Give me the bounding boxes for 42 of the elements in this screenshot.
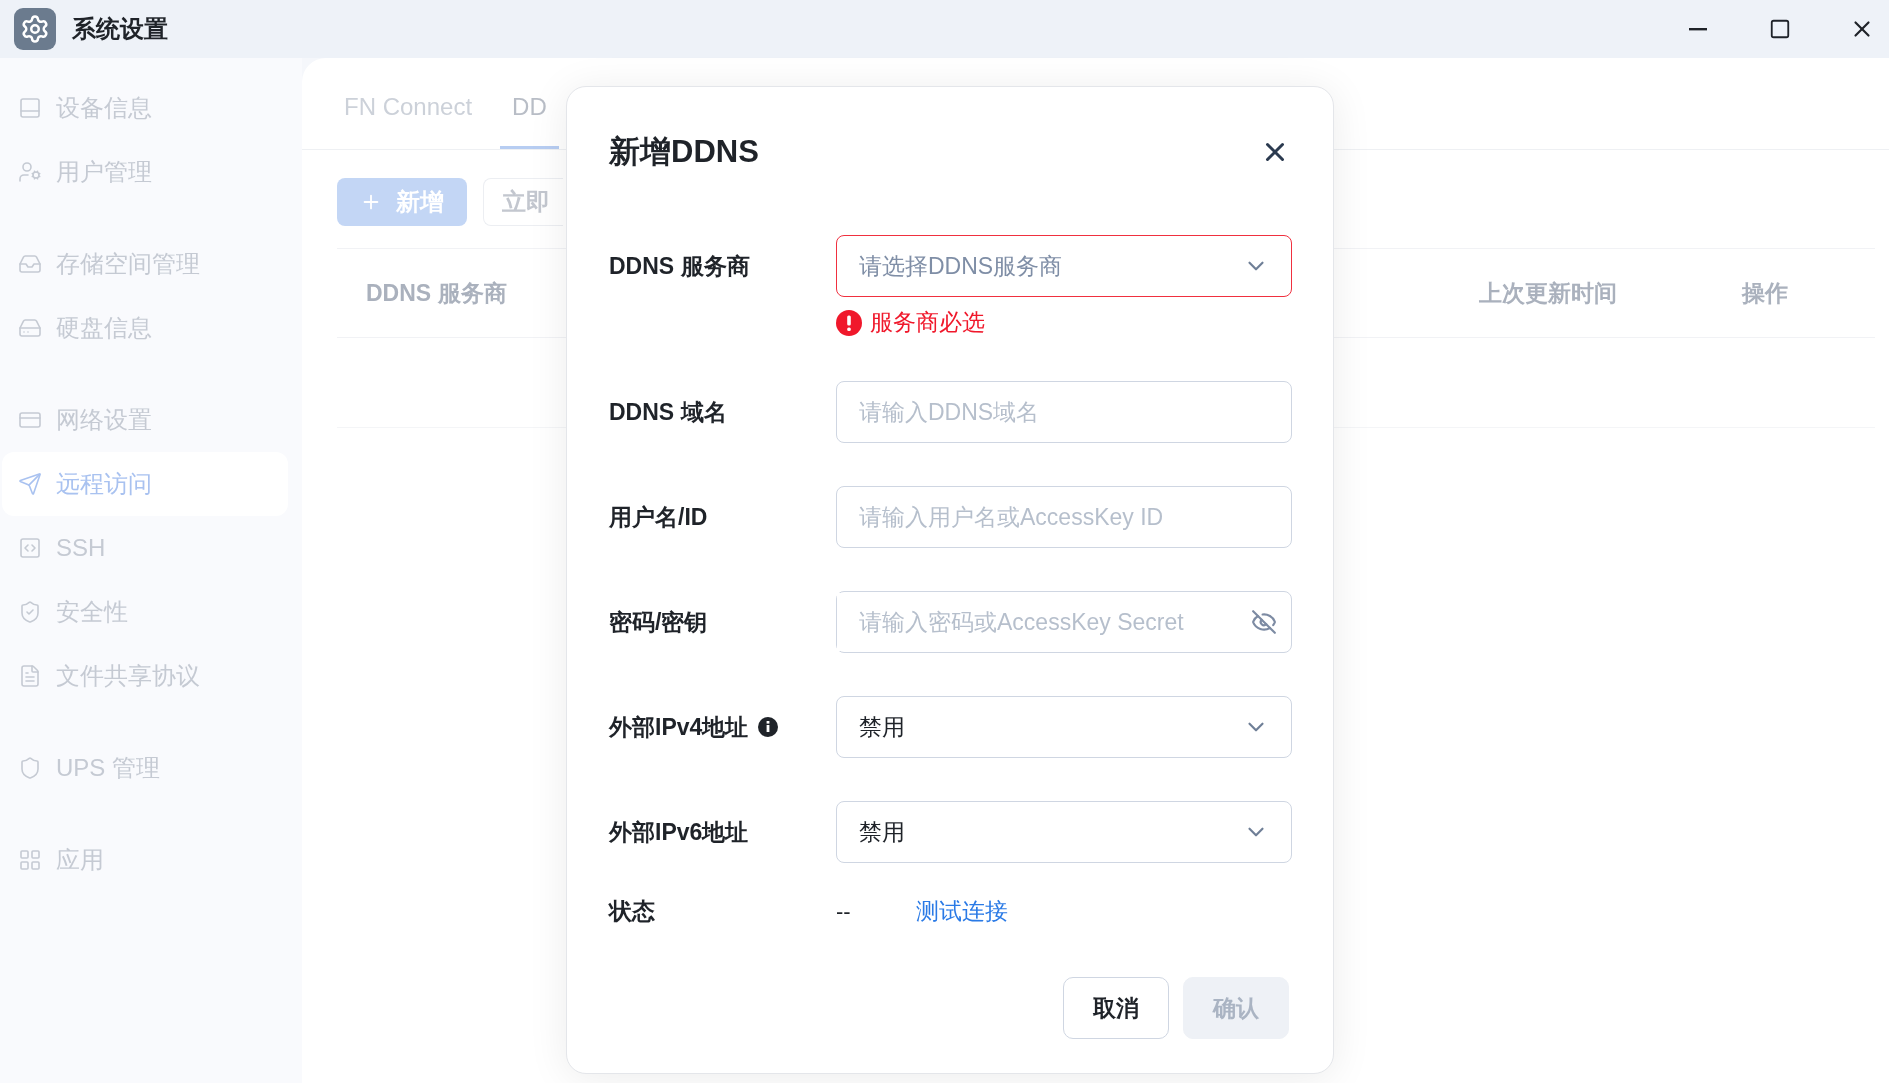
error-message: 服务商必选 xyxy=(870,308,985,337)
code-icon xyxy=(18,536,42,560)
error-icon xyxy=(836,309,862,336)
drive-icon xyxy=(18,316,42,340)
field-label: 外部IPv6地址 xyxy=(609,817,749,847)
send-icon xyxy=(18,472,42,496)
minimize-icon xyxy=(1689,27,1707,31)
column-header: DDNS 服务商 xyxy=(366,278,508,308)
status-value: -- xyxy=(836,898,852,925)
select-field[interactable]: 请选择DDNS服务商 xyxy=(836,235,1292,297)
update-button[interactable]: 立即 xyxy=(483,178,563,226)
maximize-icon xyxy=(1769,18,1791,40)
tab[interactable]: DD xyxy=(500,89,559,149)
window-title: 系统设置 xyxy=(72,14,168,44)
field-label: DDNS 域名 xyxy=(609,397,727,427)
field-label: 密码/密钥 xyxy=(609,607,708,637)
select-field[interactable]: 禁用 xyxy=(836,696,1292,758)
panel-icon xyxy=(18,96,42,120)
gear-icon xyxy=(20,14,50,44)
info-icon xyxy=(758,717,779,737)
eye-off-icon[interactable] xyxy=(1251,609,1277,635)
input-field[interactable]: 请输入DDNS域名 xyxy=(836,381,1292,443)
user-gear-icon xyxy=(18,160,42,184)
grid-icon xyxy=(18,848,42,872)
tray-icon xyxy=(18,252,42,276)
field-label: DDNS 服务商 xyxy=(609,251,750,281)
shield-check-icon xyxy=(18,600,42,624)
sidebar-item[interactable]: 远程访问 xyxy=(2,452,288,516)
select-field[interactable]: 禁用 xyxy=(836,801,1292,863)
cancel-button[interactable]: 取消 xyxy=(1063,977,1169,1039)
dialog-title: 新增DDNS xyxy=(609,133,759,171)
input-field[interactable]: 请输入用户名或AccessKey ID xyxy=(836,486,1292,548)
add-button[interactable]: 新增 xyxy=(337,178,467,226)
column-header: 上次更新时间 xyxy=(1479,278,1618,308)
field-label: 外部IPv4地址 xyxy=(609,712,749,742)
field-label: 状态 xyxy=(609,897,656,926)
column-header: 操作 xyxy=(1742,278,1789,308)
password-field[interactable]: 请输入密码或AccessKey Secret xyxy=(836,591,1292,653)
document-icon xyxy=(18,664,42,688)
shield-icon xyxy=(18,756,42,780)
test-connection-link[interactable]: 测试连接 xyxy=(916,896,1291,927)
field-label: 用户名/ID xyxy=(609,502,708,532)
